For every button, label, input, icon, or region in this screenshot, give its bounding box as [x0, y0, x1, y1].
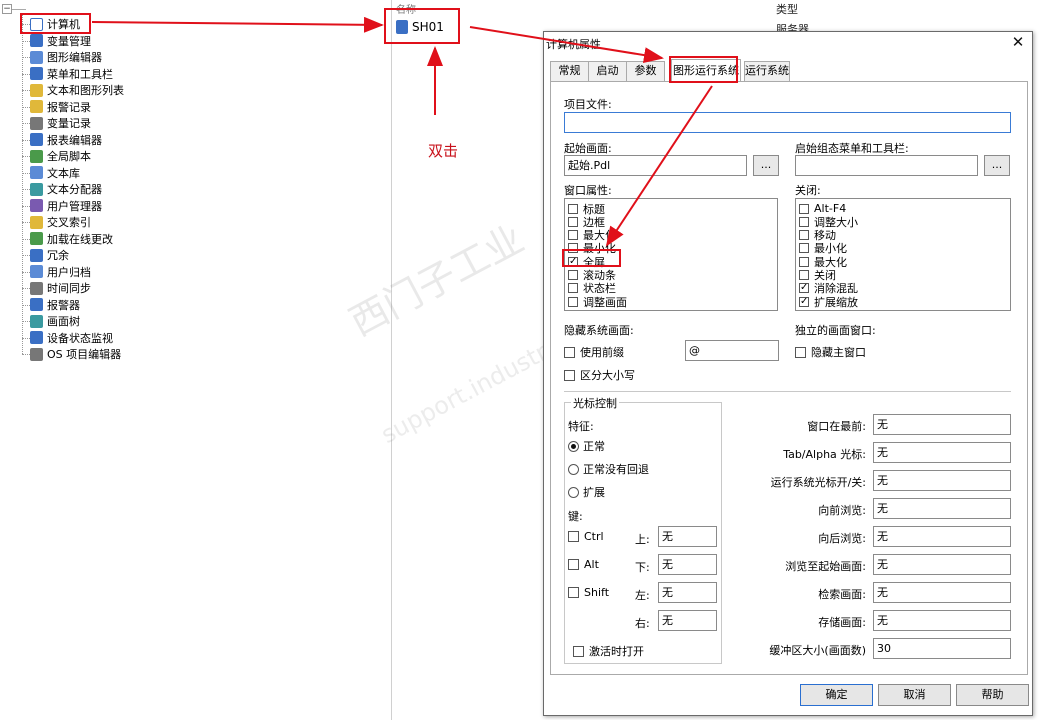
arrow-to-sh01: [91, 16, 384, 33]
double-click-annotation: 双击: [428, 142, 459, 160]
arrow-to-tab: [469, 26, 664, 64]
annotation-arrows: [91, 16, 713, 247]
arrow-to-fullscreen: [605, 85, 713, 247]
